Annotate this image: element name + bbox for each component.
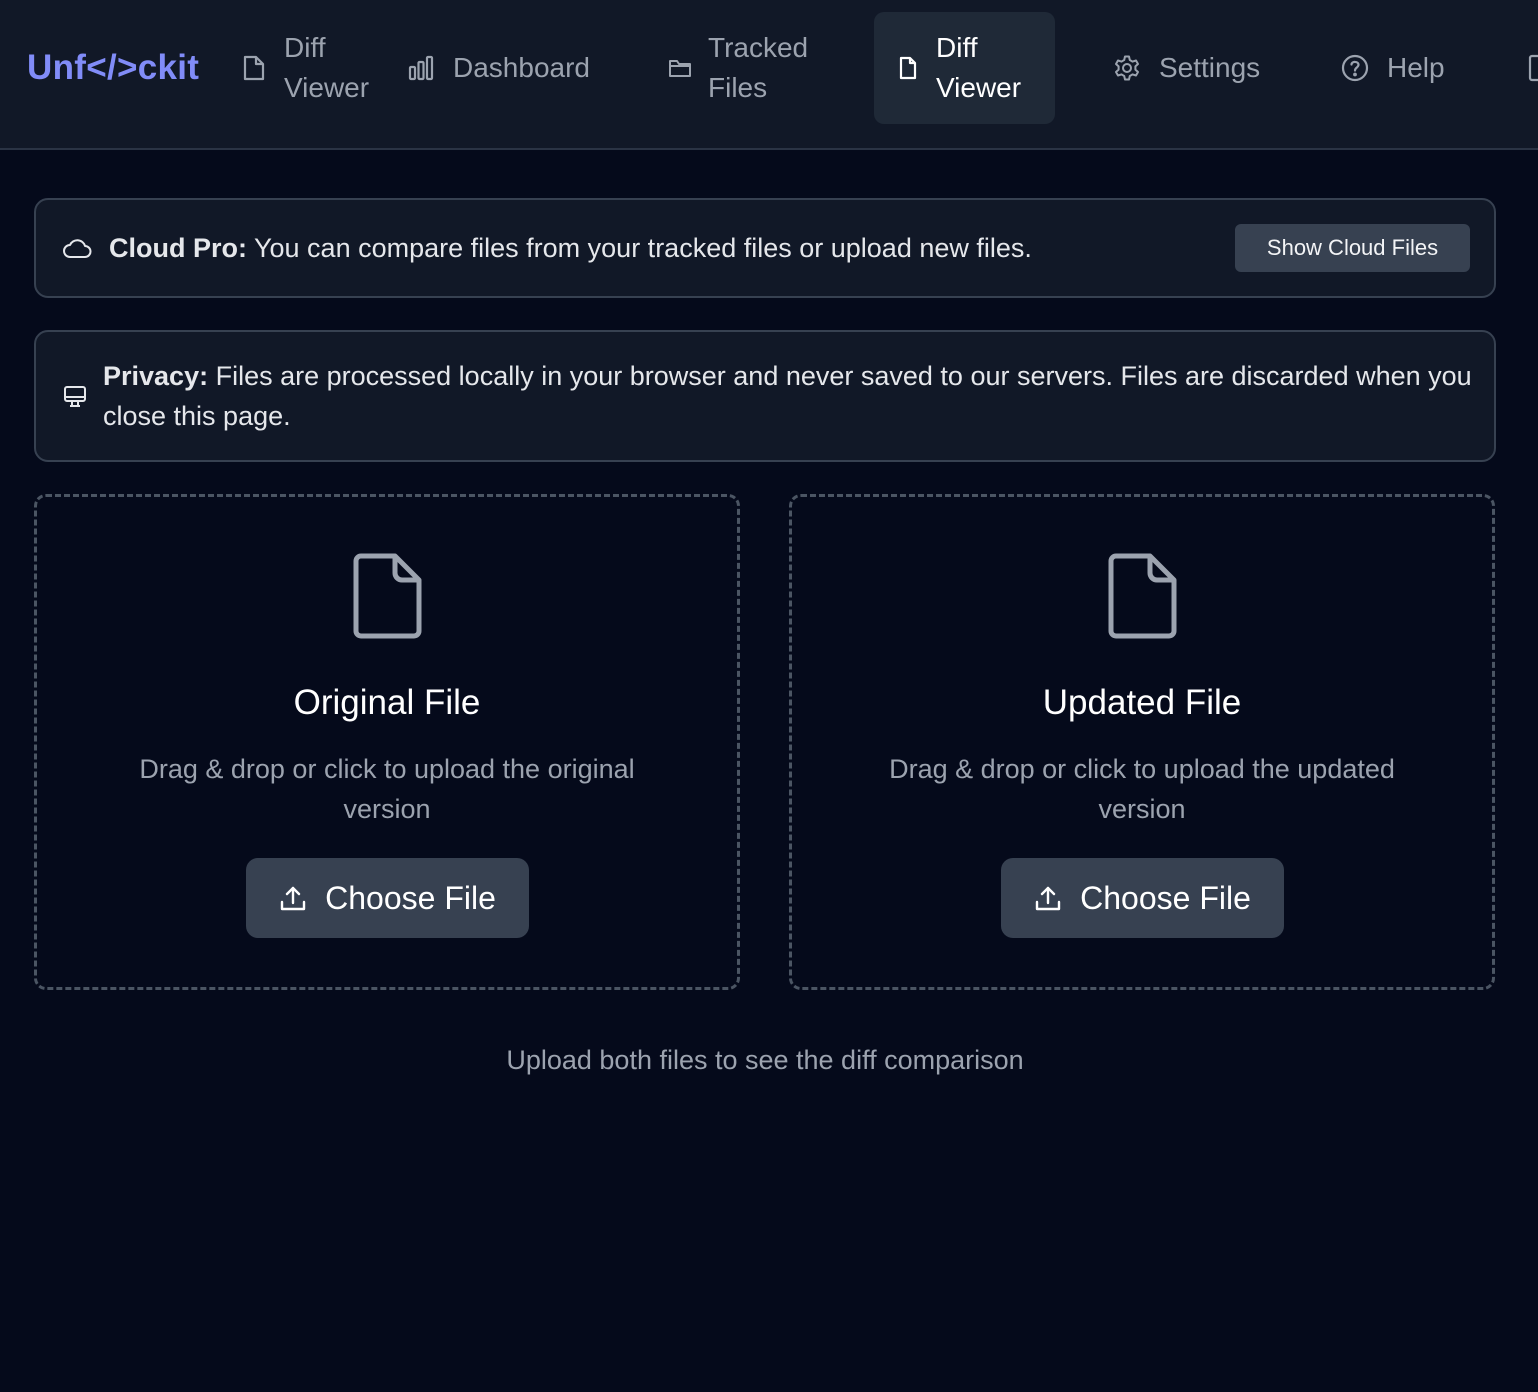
nav-item-diff-viewer[interactable]: Diff Viewer: [242, 28, 394, 108]
bar-chart-icon: [408, 55, 434, 81]
nav-item-diff-viewer-active[interactable]: Diff Viewer: [874, 12, 1055, 124]
privacy-banner: Privacy: Files are processed locally in …: [34, 330, 1496, 462]
nav-item-label: Diff Viewer: [936, 32, 1022, 103]
privacy-message: Privacy: Files are processed locally in …: [103, 356, 1483, 436]
updated-file-title: Updated File: [1042, 683, 1242, 722]
upload-icon: [280, 886, 306, 911]
nav-item-tracked-files[interactable]: Tracked Files: [668, 28, 818, 108]
monitor-icon: [64, 386, 86, 407]
file-icon: [899, 56, 917, 80]
upload-icon: [1035, 886, 1061, 911]
file-icon: [353, 553, 422, 639]
privacy-text: Files are processed locally in your brow…: [103, 361, 1472, 431]
updated-file-dropzone[interactable]: Updated File Drag & drop or click to upl…: [789, 494, 1495, 990]
choose-file-label: Choose File: [325, 879, 496, 916]
cloud-pro-text: You can compare files from your tracked …: [246, 233, 1032, 263]
original-file-description: Drag & drop or click to upload the origi…: [139, 754, 635, 824]
help-circle-icon: [1341, 54, 1369, 82]
nav-item-settings[interactable]: Settings: [1113, 48, 1260, 88]
upload-hint: Upload both files to see the diff compar…: [506, 1045, 1024, 1075]
file-icon: [1108, 553, 1177, 639]
nav-item-label: Help: [1387, 52, 1445, 83]
nav-item-dashboard[interactable]: Dashboard: [407, 48, 590, 88]
cloud-pro-title: Cloud Pro:: [109, 233, 247, 263]
nav-item-label: Tracked Files: [708, 32, 809, 103]
nav-item-label: Diff Viewer: [284, 32, 370, 103]
cloud-pro-message: Cloud Pro: You can compare files from yo…: [109, 228, 1032, 268]
gear-icon: [1115, 55, 1139, 81]
updated-file-description: Drag & drop or click to upload the updat…: [889, 754, 1395, 824]
choose-file-label: Choose File: [1080, 879, 1251, 916]
folder-icon: [669, 60, 691, 77]
nav-item-help[interactable]: Help: [1341, 48, 1445, 88]
cloud-icon: [63, 239, 92, 258]
file-icon: [243, 55, 265, 81]
nav-item-label: Dashboard: [453, 52, 590, 83]
original-file-dropzone[interactable]: Original File Drag & drop or click to up…: [34, 494, 740, 990]
choose-updated-file-button[interactable]: Choose File: [1001, 858, 1284, 938]
original-file-title: Original File: [293, 683, 481, 722]
choose-original-file-button[interactable]: Choose File: [246, 858, 529, 938]
cloud-pro-banner: Cloud Pro: You can compare files from yo…: [34, 198, 1496, 298]
nav-item-overflow[interactable]: [1528, 52, 1538, 84]
monitor-icon: [1528, 54, 1538, 82]
privacy-title: Privacy:: [103, 361, 209, 391]
show-cloud-files-button[interactable]: Show Cloud Files: [1235, 224, 1470, 272]
nav-item-label: Settings: [1159, 52, 1261, 83]
top-navigation-bar: Unf</>ckit Diff Viewer Dashboard Tracked…: [0, 0, 1538, 150]
app-logo[interactable]: Unf</>ckit: [27, 47, 199, 89]
